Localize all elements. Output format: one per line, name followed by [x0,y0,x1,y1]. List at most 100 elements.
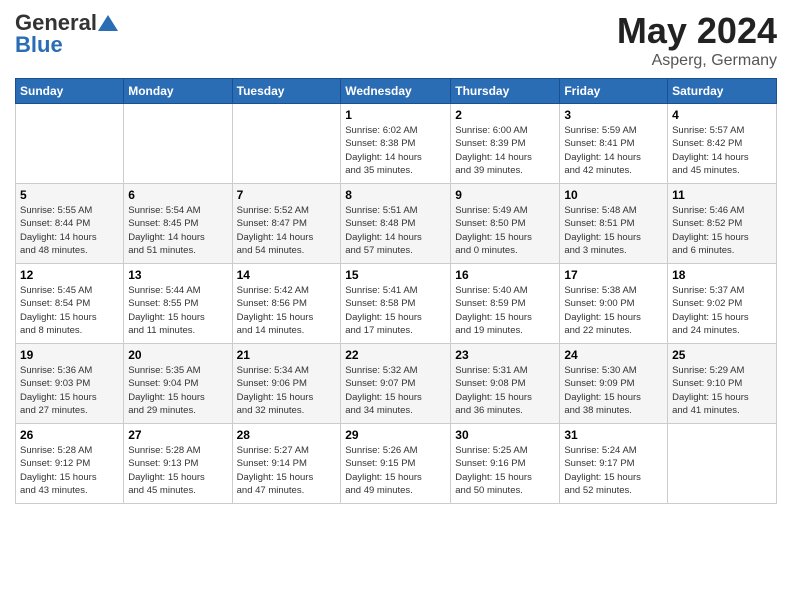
calendar-cell: 5Sunrise: 5:55 AM Sunset: 8:44 PM Daylig… [16,184,124,264]
location: Asperg, Germany [617,52,777,70]
day-info: Sunrise: 5:36 AM Sunset: 9:03 PM Dayligh… [20,364,119,417]
day-number: 16 [455,268,555,282]
day-info: Sunrise: 5:37 AM Sunset: 9:02 PM Dayligh… [672,284,772,337]
day-info: Sunrise: 5:29 AM Sunset: 9:10 PM Dayligh… [672,364,772,417]
calendar-cell: 29Sunrise: 5:26 AM Sunset: 9:15 PM Dayli… [341,424,451,504]
day-info: Sunrise: 5:41 AM Sunset: 8:58 PM Dayligh… [345,284,446,337]
calendar-cell: 31 Sunrise: 5:24 AM Sunset: 9:17 PM Dayli… [560,424,668,504]
day-info: Sunrise: 5:24 AM Sunset: 9:17 PM Dayligh… [564,444,663,497]
calendar-cell: 17 Sunrise: 5:38 AM Sunset: 9:00 PM Dayli… [560,264,668,344]
calendar-table: Sunday Monday Tuesday Wednesday Thursday… [15,78,777,504]
day-info: Sunrise: 5:48 AM Sunset: 8:51 PM Dayligh… [564,204,663,257]
day-number: 26 [20,428,119,442]
calendar-week-3: 19 Sunrise: 5:36 AM Sunset: 9:03 PM Dayli… [16,344,777,424]
day-number: 2 [455,108,555,122]
logo-blue-text: Blue [15,32,63,58]
day-info: Sunrise: 5:52 AM Sunset: 8:47 PM Dayligh… [237,204,337,257]
calendar-cell: 18 Sunrise: 5:37 AM Sunset: 9:02 PM Dayli… [668,264,777,344]
calendar-cell: 6 Sunrise: 5:54 AM Sunset: 8:45 PM Daylig… [124,184,232,264]
day-number: 6 [128,188,227,202]
calendar-cell: 10 Sunrise: 5:48 AM Sunset: 8:51 PM Dayli… [560,184,668,264]
calendar-cell: 16 Sunrise: 5:40 AM Sunset: 8:59 PM Dayli… [451,264,560,344]
day-number: 23 [455,348,555,362]
day-number: 7 [237,188,337,202]
calendar-cell: 28 Sunrise: 5:27 AM Sunset: 9:14 PM Dayli… [232,424,341,504]
day-info: Sunrise: 5:34 AM Sunset: 9:06 PM Dayligh… [237,364,337,417]
day-info: Sunrise: 5:57 AM Sunset: 8:42 PM Dayligh… [672,124,772,177]
day-number: 14 [237,268,337,282]
header-friday: Friday [560,79,668,104]
day-info: Sunrise: 5:59 AM Sunset: 8:41 PM Dayligh… [564,124,663,177]
calendar-cell: 9Sunrise: 5:49 AM Sunset: 8:50 PM Daylig… [451,184,560,264]
calendar-cell: 22Sunrise: 5:32 AM Sunset: 9:07 PM Dayli… [341,344,451,424]
calendar-week-4: 26 Sunrise: 5:28 AM Sunset: 9:12 PM Dayli… [16,424,777,504]
calendar-cell [232,104,341,184]
day-number: 20 [128,348,227,362]
calendar-cell: 19 Sunrise: 5:36 AM Sunset: 9:03 PM Dayli… [16,344,124,424]
day-number: 18 [672,268,772,282]
day-number: 13 [128,268,227,282]
day-info: Sunrise: 5:30 AM Sunset: 9:09 PM Dayligh… [564,364,663,417]
calendar-cell: 23 Sunrise: 5:31 AM Sunset: 9:08 PM Dayli… [451,344,560,424]
header-tuesday: Tuesday [232,79,341,104]
month-title: May 2024 [617,10,777,52]
day-number: 27 [128,428,227,442]
day-number: 19 [20,348,119,362]
day-number: 28 [237,428,337,442]
day-number: 12 [20,268,119,282]
day-number: 30 [455,428,555,442]
logo: General Blue [15,10,118,58]
day-number: 31 [564,428,663,442]
day-number: 17 [564,268,663,282]
calendar-cell: 15 Sunrise: 5:41 AM Sunset: 8:58 PM Dayli… [341,264,451,344]
header-saturday: Saturday [668,79,777,104]
calendar-cell: 14 Sunrise: 5:42 AM Sunset: 8:56 PM Dayli… [232,264,341,344]
day-number: 24 [564,348,663,362]
day-info: Sunrise: 5:42 AM Sunset: 8:56 PM Dayligh… [237,284,337,337]
day-info: Sunrise: 5:35 AM Sunset: 9:04 PM Dayligh… [128,364,227,417]
day-number: 9 [455,188,555,202]
calendar-cell: 3 Sunrise: 5:59 AM Sunset: 8:41 PM Daylig… [560,104,668,184]
day-info: Sunrise: 5:40 AM Sunset: 8:59 PM Dayligh… [455,284,555,337]
calendar-cell: 20 Sunrise: 5:35 AM Sunset: 9:04 PM Dayli… [124,344,232,424]
day-info: Sunrise: 5:45 AM Sunset: 8:54 PM Dayligh… [20,284,119,337]
day-number: 15 [345,268,446,282]
calendar-cell: 25 Sunrise: 5:29 AM Sunset: 9:10 PM Dayli… [668,344,777,424]
calendar-cell: 21Sunrise: 5:34 AM Sunset: 9:06 PM Dayli… [232,344,341,424]
day-number: 3 [564,108,663,122]
day-info: Sunrise: 5:26 AM Sunset: 9:15 PM Dayligh… [345,444,446,497]
day-info: Sunrise: 5:28 AM Sunset: 9:13 PM Dayligh… [128,444,227,497]
day-info: Sunrise: 5:25 AM Sunset: 9:16 PM Dayligh… [455,444,555,497]
header-monday: Monday [124,79,232,104]
header-row: Sunday Monday Tuesday Wednesday Thursday… [16,79,777,104]
header-wednesday: Wednesday [341,79,451,104]
day-info: Sunrise: 5:44 AM Sunset: 8:55 PM Dayligh… [128,284,227,337]
calendar-cell: 8Sunrise: 5:51 AM Sunset: 8:48 PM Daylig… [341,184,451,264]
day-info: Sunrise: 5:28 AM Sunset: 9:12 PM Dayligh… [20,444,119,497]
day-info: Sunrise: 5:27 AM Sunset: 9:14 PM Dayligh… [237,444,337,497]
day-number: 25 [672,348,772,362]
calendar-cell: 2Sunrise: 6:00 AM Sunset: 8:39 PM Daylig… [451,104,560,184]
day-info: Sunrise: 6:02 AM Sunset: 8:38 PM Dayligh… [345,124,446,177]
calendar-cell: 11Sunrise: 5:46 AM Sunset: 8:52 PM Dayli… [668,184,777,264]
calendar-week-2: 12 Sunrise: 5:45 AM Sunset: 8:54 PM Dayli… [16,264,777,344]
day-info: Sunrise: 5:51 AM Sunset: 8:48 PM Dayligh… [345,204,446,257]
day-number: 1 [345,108,446,122]
calendar-cell: 1 Sunrise: 6:02 AM Sunset: 8:38 PM Daylig… [341,104,451,184]
day-number: 10 [564,188,663,202]
page-header: General Blue May 2024 Asperg, Germany [15,10,777,70]
calendar-cell: 24 Sunrise: 5:30 AM Sunset: 9:09 PM Dayli… [560,344,668,424]
day-info: Sunrise: 5:31 AM Sunset: 9:08 PM Dayligh… [455,364,555,417]
header-thursday: Thursday [451,79,560,104]
calendar-cell: 26 Sunrise: 5:28 AM Sunset: 9:12 PM Dayli… [16,424,124,504]
header-sunday: Sunday [16,79,124,104]
day-info: Sunrise: 5:38 AM Sunset: 9:00 PM Dayligh… [564,284,663,337]
logo-triangle-icon [98,13,118,33]
day-number: 11 [672,188,772,202]
calendar-cell: 27 Sunrise: 5:28 AM Sunset: 9:13 PM Dayli… [124,424,232,504]
calendar-cell: 30 Sunrise: 5:25 AM Sunset: 9:16 PM Dayli… [451,424,560,504]
calendar-week-0: 1 Sunrise: 6:02 AM Sunset: 8:38 PM Daylig… [16,104,777,184]
calendar-cell: 13 Sunrise: 5:44 AM Sunset: 8:55 PM Dayli… [124,264,232,344]
calendar-cell: 7 Sunrise: 5:52 AM Sunset: 8:47 PM Daylig… [232,184,341,264]
day-info: Sunrise: 5:54 AM Sunset: 8:45 PM Dayligh… [128,204,227,257]
